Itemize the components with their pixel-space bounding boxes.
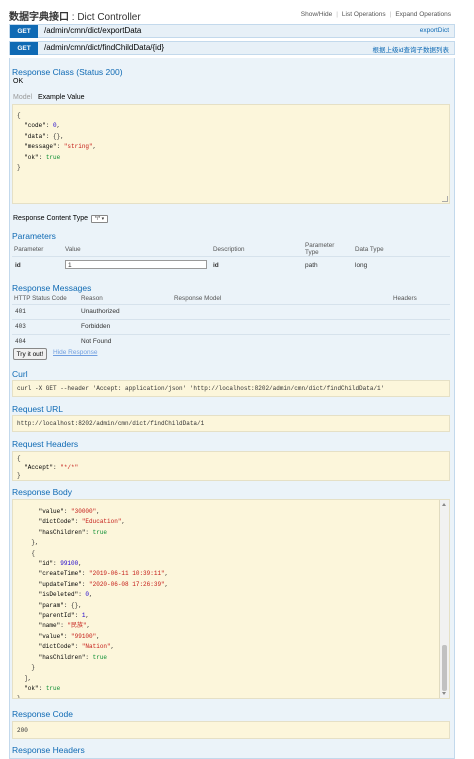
scroll-up-icon[interactable] [442, 503, 446, 506]
status-code: 401 [15, 308, 26, 315]
hide-response-link[interactable]: Hide Response [53, 349, 97, 356]
response-body-code: "value": "30000", "dictCode": "Education… [17, 508, 169, 699]
response-status: OK [13, 78, 24, 85]
request-headers-code: { "Accept": "*/*" } [17, 455, 79, 479]
response-class-heading: Response Class (Status 200) [12, 67, 123, 77]
example-value-box[interactable]: { "code": 0, "data": {}, "message": "str… [12, 104, 450, 204]
status-reason: Unauthorized [81, 308, 120, 315]
list-operations-link[interactable]: List Operations [338, 11, 390, 18]
operation-find-child-data[interactable]: GET /admin/cmn/dict/findChildData/{id} 根… [9, 41, 455, 55]
request-url-box[interactable]: http://localhost:8202/admin/cmn/dict/fin… [12, 415, 450, 432]
col-reason: Reason [81, 295, 103, 302]
resource-links: Show/Hide | List Operations | Expand Operati… [297, 11, 455, 18]
show-hide-link[interactable]: Show/Hide [297, 11, 336, 18]
request-url-heading: Request URL [12, 404, 64, 414]
param-description: id [213, 262, 219, 269]
divider [12, 256, 450, 257]
chevron-down-icon: ▾ [100, 216, 105, 222]
example-value-code: { "code": 0, "data": {}, "message": "str… [17, 112, 97, 172]
operation-export-data[interactable]: GET /admin/cmn/dict/exportData exportDic… [9, 24, 455, 38]
request-headers-heading: Request Headers [12, 439, 79, 449]
divider [12, 304, 450, 305]
col-value: Value [65, 246, 81, 253]
status-reason: Forbidden [81, 323, 111, 330]
response-code-box[interactable]: 200 [12, 721, 450, 739]
col-parameter-type: Parameter Type [305, 242, 335, 256]
scroll-down-icon[interactable] [442, 692, 446, 695]
divider [12, 319, 450, 320]
col-headers: Headers [393, 295, 417, 302]
request-headers-box[interactable]: { "Accept": "*/*" } [12, 451, 450, 481]
curl-heading: Curl [12, 369, 28, 379]
col-description: Description [213, 246, 245, 253]
operation-path[interactable]: /admin/cmn/dict/exportData [44, 26, 141, 35]
col-data-type: Data Type [355, 246, 384, 253]
curl-box[interactable]: curl -X GET --header 'Accept: applicatio… [12, 380, 450, 397]
resource-title[interactable]: 数据字典接口 : Dict Controller [9, 8, 141, 23]
content-type-select[interactable]: */* ▾ [91, 215, 108, 223]
tab-model[interactable]: Model [13, 94, 32, 101]
response-messages-heading: Response Messages [12, 283, 92, 293]
status-code: 404 [15, 338, 26, 345]
status-reason: Not Found [81, 338, 112, 345]
param-type: path [305, 262, 318, 269]
scrollbar-thumb[interactable] [442, 645, 447, 691]
parameters-heading: Parameters [12, 231, 56, 241]
http-method-badge: GET [10, 25, 38, 38]
param-name: id [15, 262, 21, 269]
param-data-type: long [355, 262, 368, 269]
response-body-heading: Response Body [12, 487, 73, 497]
param-id-input[interactable]: 1 [65, 260, 207, 269]
response-body-scrollbar[interactable] [439, 500, 449, 698]
curl-command: curl -X GET --header 'Accept: applicatio… [17, 385, 385, 392]
operation-summary[interactable]: 根据上级id查询子数据列表 [372, 44, 449, 54]
divider [12, 334, 450, 335]
try-it-out-button[interactable]: Try it out! [13, 348, 47, 360]
response-headers-heading: Response Headers [12, 745, 85, 755]
col-parameter: Parameter [14, 246, 44, 253]
col-response-model: Response Model [174, 295, 222, 302]
response-code-value: 200 [17, 727, 28, 734]
status-code: 403 [15, 323, 26, 330]
response-body-box[interactable]: "value": "30000", "dictCode": "Education… [12, 499, 450, 699]
tab-example-value[interactable]: Example Value [38, 94, 85, 101]
http-method-badge: GET [10, 42, 38, 55]
operation-summary[interactable]: exportDict [420, 27, 449, 34]
operation-path[interactable]: /admin/cmn/dict/findChildData/{id} [44, 43, 164, 52]
request-url-text: http://localhost:8202/admin/cmn/dict/fin… [17, 420, 205, 427]
expand-operations-link[interactable]: Expand Operations [391, 11, 455, 18]
col-http-status: HTTP Status Code [14, 295, 67, 302]
response-code-heading: Response Code [12, 709, 73, 719]
resize-handle[interactable] [442, 196, 448, 202]
content-type-label: Response Content Type [13, 215, 88, 222]
